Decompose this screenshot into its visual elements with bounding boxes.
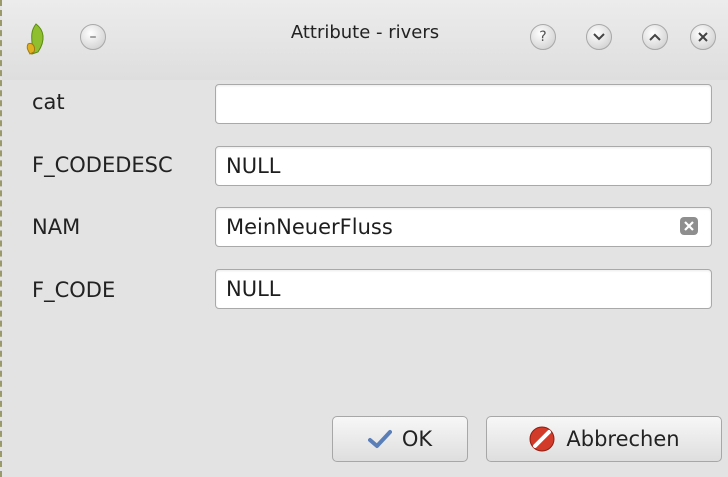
nam-field[interactable] (215, 207, 712, 247)
clear-text-icon[interactable] (679, 216, 699, 236)
cancel-button[interactable]: Abbrechen (486, 416, 722, 462)
attribute-dialog: – Attribute - rivers ? cat F_CODEDESC NA… (0, 0, 728, 477)
field-label-nam: NAM (32, 215, 81, 239)
field-label-cat: cat (32, 90, 65, 114)
help-button[interactable]: ? (530, 24, 556, 50)
cancel-icon (529, 426, 555, 452)
window-title: Attribute - rivers (290, 22, 440, 43)
title-bar[interactable]: – Attribute - rivers ? (2, 0, 728, 80)
cat-field[interactable] (215, 84, 712, 124)
maximize-icon (649, 33, 661, 41)
checkmark-icon (367, 430, 392, 448)
ok-button-label: OK (401, 427, 433, 451)
f-code-field[interactable] (215, 269, 712, 309)
ok-button[interactable]: OK (332, 416, 468, 462)
field-label-f-codedesc: F_CODEDESC (32, 153, 173, 177)
close-button[interactable] (690, 24, 716, 50)
field-label-f-code: F_CODE (32, 278, 116, 302)
cancel-button-label: Abbrechen (566, 427, 680, 451)
maximize-button[interactable] (642, 24, 668, 50)
minimize-icon (593, 33, 605, 41)
help-icon: ? (539, 29, 547, 45)
close-icon (698, 32, 708, 42)
minimize-button[interactable] (586, 24, 612, 50)
f-codedesc-field[interactable] (215, 146, 712, 186)
